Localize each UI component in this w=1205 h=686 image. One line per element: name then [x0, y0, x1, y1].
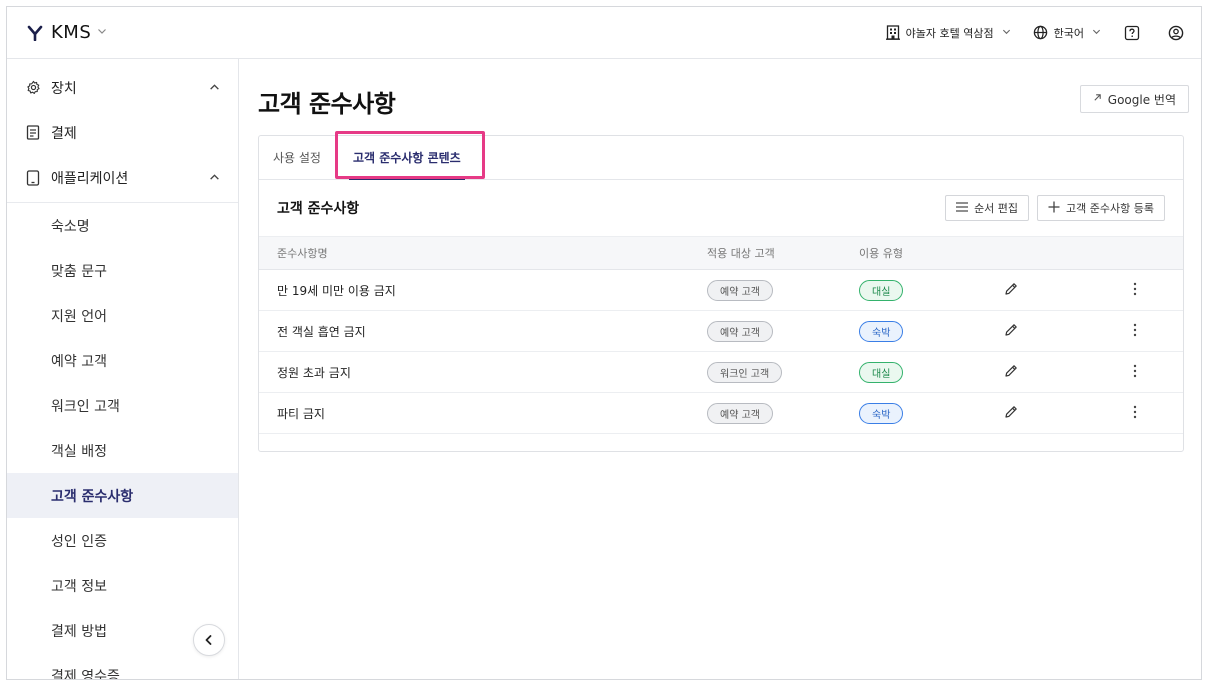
sidebar-item-guest-info[interactable]: 고객 정보 — [7, 563, 238, 608]
tab-usage-settings[interactable]: 사용 설정 — [273, 135, 337, 179]
content-panel: 사용 설정 고객 준수사항 콘텐츠 고객 준수사항 순서 편집 고객 준수사항 … — [258, 131, 1184, 452]
column-header-name: 준수사항명 — [277, 247, 328, 260]
top-bar: KMS 야놀자 호텔 역삼점 한국어 — [7, 7, 1201, 59]
table-row[interactable]: 만 19세 미만 이용 금지 예약 고객 대실 — [259, 270, 1183, 311]
target-badge: 예약 고객 — [707, 279, 773, 301]
sidebar-collapse-button[interactable] — [193, 624, 225, 656]
language-selector[interactable]: 한국어 — [1033, 25, 1101, 41]
user-account-icon[interactable] — [1167, 24, 1185, 42]
sidebar-item-walkin-guest[interactable]: 워크인 고객 — [7, 383, 238, 428]
tablet-icon — [25, 169, 41, 186]
sidebar: 장치 결제 애플리케이션 숙소명 맞춤 문구 지원 언어 예약 고객 워크인 고… — [7, 59, 239, 680]
more-vertical-icon[interactable] — [1133, 364, 1137, 378]
building-icon — [885, 25, 900, 40]
pencil-icon[interactable] — [1003, 363, 1019, 379]
type-badge: 대실 — [859, 279, 904, 301]
top-right-controls: 야놀자 호텔 역삼점 한국어 — [885, 7, 1201, 58]
sidebar-group-application[interactable]: 애플리케이션 — [7, 155, 238, 200]
reorder-button[interactable]: 순서 편집 — [945, 195, 1030, 221]
guest-rules-table: 준수사항명 적용 대상 고객 이용 유형 만 19세 미만 이용 금지 예약 고… — [259, 236, 1183, 434]
target-badge: 예약 고객 — [707, 320, 773, 342]
sidebar-item-adult-verification[interactable]: 성인 인증 — [7, 518, 238, 563]
chevron-up-icon — [209, 172, 220, 183]
reorder-label: 순서 편집 — [974, 202, 1019, 215]
external-link-icon — [1093, 93, 1102, 105]
table-row[interactable]: 파티 금지 예약 고객 숙박 — [259, 393, 1183, 434]
sidebar-group-label: 장치 — [51, 80, 77, 97]
table-header-row: 준수사항명 적용 대상 고객 이용 유형 — [259, 236, 1183, 270]
column-header-target: 적용 대상 고객 — [707, 247, 775, 260]
page-title: 고객 준수사항 — [258, 90, 396, 118]
sidebar-item-guest-rules[interactable]: 고객 준수사항 — [7, 473, 238, 518]
app-name: KMS — [51, 22, 92, 43]
sidebar-item-room-assignment[interactable]: 객실 배정 — [7, 428, 238, 473]
column-header-more — [1095, 237, 1183, 270]
sidebar-item-custom-text[interactable]: 맞춤 문구 — [7, 248, 238, 293]
sidebar-group-payment[interactable]: 결제 — [7, 110, 238, 155]
google-translate-button[interactable]: Google 번역 — [1079, 85, 1189, 113]
rule-name: 전 객실 흡연 금지 — [277, 324, 366, 339]
app-switcher[interactable]: KMS — [27, 22, 107, 43]
rule-name: 정원 초과 금지 — [277, 365, 351, 380]
sidebar-item-reservation-guest[interactable]: 예약 고객 — [7, 338, 238, 383]
tab-bar: 사용 설정 고객 준수사항 콘텐츠 — [259, 131, 1183, 180]
receipt-icon — [25, 125, 41, 141]
sidebar-application-submenu: 숙소명 맞춤 문구 지원 언어 예약 고객 워크인 고객 객실 배정 고객 준수… — [7, 202, 238, 680]
target-badge: 예약 고객 — [707, 402, 773, 424]
chevron-down-icon — [1092, 27, 1101, 39]
type-badge: 숙박 — [859, 320, 904, 342]
chevron-down-icon — [1002, 27, 1011, 39]
more-vertical-icon[interactable] — [1133, 282, 1137, 296]
section-header: 고객 준수사항 순서 편집 고객 준수사항 등록 — [259, 180, 1183, 236]
register-rule-button[interactable]: 고객 준수사항 등록 — [1037, 195, 1165, 221]
more-vertical-icon[interactable] — [1133, 323, 1137, 337]
google-translate-label: Google 번역 — [1107, 92, 1176, 107]
type-badge: 숙박 — [859, 402, 904, 424]
rule-name: 만 19세 미만 이용 금지 — [277, 283, 396, 298]
sidebar-item-payment-receipt[interactable]: 결제 영수증 — [7, 653, 238, 680]
target-badge: 워크인 고객 — [707, 361, 783, 383]
sidebar-item-property-name[interactable]: 숙소명 — [7, 203, 238, 248]
sidebar-item-supported-languages[interactable]: 지원 언어 — [7, 293, 238, 338]
gear-icon — [25, 80, 41, 96]
chevron-left-icon — [203, 634, 215, 646]
property-name: 야놀자 호텔 역삼점 — [905, 26, 994, 40]
app-window: KMS 야놀자 호텔 역삼점 한국어 장치 결제 애플리케이션 숙소명 맞춤 문… — [6, 6, 1202, 680]
column-header-type: 이용 유형 — [859, 247, 903, 260]
help-icon[interactable] — [1123, 24, 1141, 42]
property-selector[interactable]: 야놀자 호텔 역삼점 — [885, 25, 1011, 41]
sidebar-group-label: 결제 — [51, 125, 77, 142]
tab-guest-rules-content[interactable]: 고객 준수사항 콘텐츠 — [348, 135, 465, 180]
more-vertical-icon[interactable] — [1133, 405, 1137, 419]
chevron-down-icon — [97, 26, 107, 39]
chevron-up-icon — [209, 82, 220, 93]
pencil-icon[interactable] — [1003, 281, 1019, 297]
table-row[interactable]: 전 객실 흡연 금지 예약 고객 숙박 — [259, 311, 1183, 352]
yanolja-logo-icon — [27, 25, 43, 41]
section-title: 고객 준수사항 — [277, 201, 360, 217]
pencil-icon[interactable] — [1003, 404, 1019, 420]
type-badge: 대실 — [859, 361, 904, 383]
table-row[interactable]: 정원 초과 금지 워크인 고객 대실 — [259, 352, 1183, 393]
pencil-icon[interactable] — [1003, 322, 1019, 338]
sidebar-group-device[interactable]: 장치 — [7, 65, 238, 110]
column-header-edit — [999, 237, 1095, 270]
plus-icon — [1048, 201, 1060, 216]
section-actions: 순서 편집 고객 준수사항 등록 — [937, 195, 1165, 221]
rule-name: 파티 금지 — [277, 406, 325, 421]
language-name: 한국어 — [1053, 26, 1084, 40]
main-content: 고객 준수사항 Google 번역 사용 설정 고객 준수사항 콘텐츠 고객 준… — [239, 59, 1201, 679]
register-label: 고객 준수사항 등록 — [1066, 202, 1154, 215]
menu-lines-icon — [956, 201, 969, 215]
globe-icon — [1033, 25, 1048, 40]
sidebar-group-label: 애플리케이션 — [51, 170, 129, 187]
